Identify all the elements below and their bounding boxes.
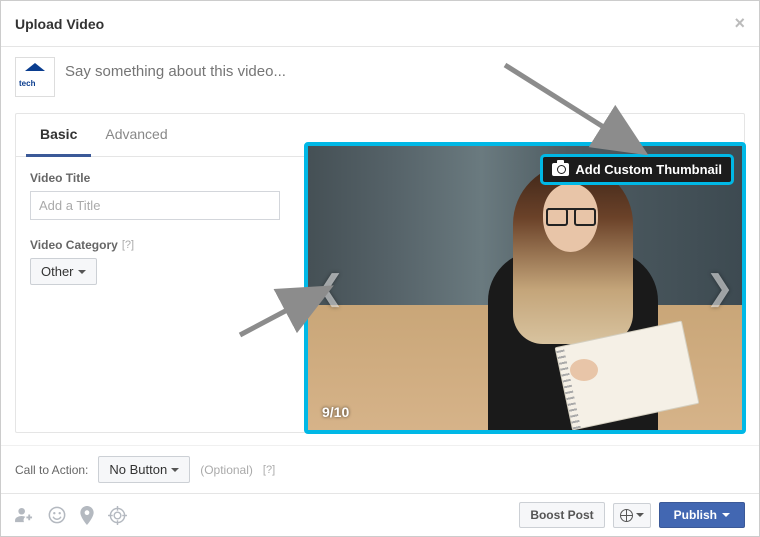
publish-button[interactable]: Publish <box>659 502 745 528</box>
add-custom-thumbnail-button[interactable]: Add Custom Thumbnail <box>540 154 734 185</box>
chevron-down-icon <box>636 513 644 517</box>
camera-icon <box>552 163 569 176</box>
modal-header: Upload Video × <box>1 1 759 47</box>
tab-advanced[interactable]: Advanced <box>91 114 181 156</box>
privacy-button[interactable] <box>613 503 651 528</box>
modal-title: Upload Video <box>15 16 104 32</box>
caption-input[interactable] <box>65 57 745 80</box>
targeting-icon[interactable] <box>108 506 127 525</box>
help-icon[interactable]: [?] <box>263 464 275 476</box>
chevron-down-icon <box>722 513 730 517</box>
cta-dropdown[interactable]: No Button <box>98 456 190 483</box>
cta-label: Call to Action: <box>15 463 88 477</box>
location-icon[interactable] <box>80 506 94 525</box>
chevron-down-icon <box>171 468 179 472</box>
video-title-input[interactable] <box>30 191 280 220</box>
boost-post-button[interactable]: Boost Post <box>519 502 604 528</box>
thumbnail-next-icon[interactable]: ❯ <box>698 268 743 308</box>
tag-people-icon[interactable] <box>15 507 34 524</box>
upload-video-modal: Upload Video × tech Basic Advanced Video… <box>0 0 760 537</box>
chevron-down-icon <box>78 270 86 274</box>
thumbnail-prev-icon[interactable]: ❮ <box>308 268 353 308</box>
close-icon[interactable]: × <box>734 13 745 34</box>
emoji-icon[interactable] <box>48 506 66 524</box>
cta-optional: (Optional) <box>200 463 253 477</box>
footer-actions: Boost Post Publish <box>519 502 745 528</box>
composer-row: tech <box>1 47 759 103</box>
composer-tools <box>15 506 127 525</box>
settings-panel: Basic Advanced Video Title Video Categor… <box>15 113 745 433</box>
globe-icon <box>620 509 633 522</box>
thumbnail-preview: ❮ ❯ 9/10 Add Custom Thumbnail <box>304 142 746 434</box>
thumbnail-counter: 9/10 <box>322 404 349 420</box>
tab-basic[interactable]: Basic <box>26 114 91 157</box>
cta-row: Call to Action: No Button (Optional) [?] <box>1 445 759 493</box>
help-icon[interactable]: [?] <box>122 239 134 251</box>
main-content: Basic Advanced Video Title Video Categor… <box>1 103 759 445</box>
page-avatar[interactable]: tech <box>15 57 55 97</box>
video-category-dropdown[interactable]: Other <box>30 258 97 285</box>
modal-footer: Boost Post Publish <box>1 493 759 536</box>
dropdown-value: Other <box>41 264 74 279</box>
